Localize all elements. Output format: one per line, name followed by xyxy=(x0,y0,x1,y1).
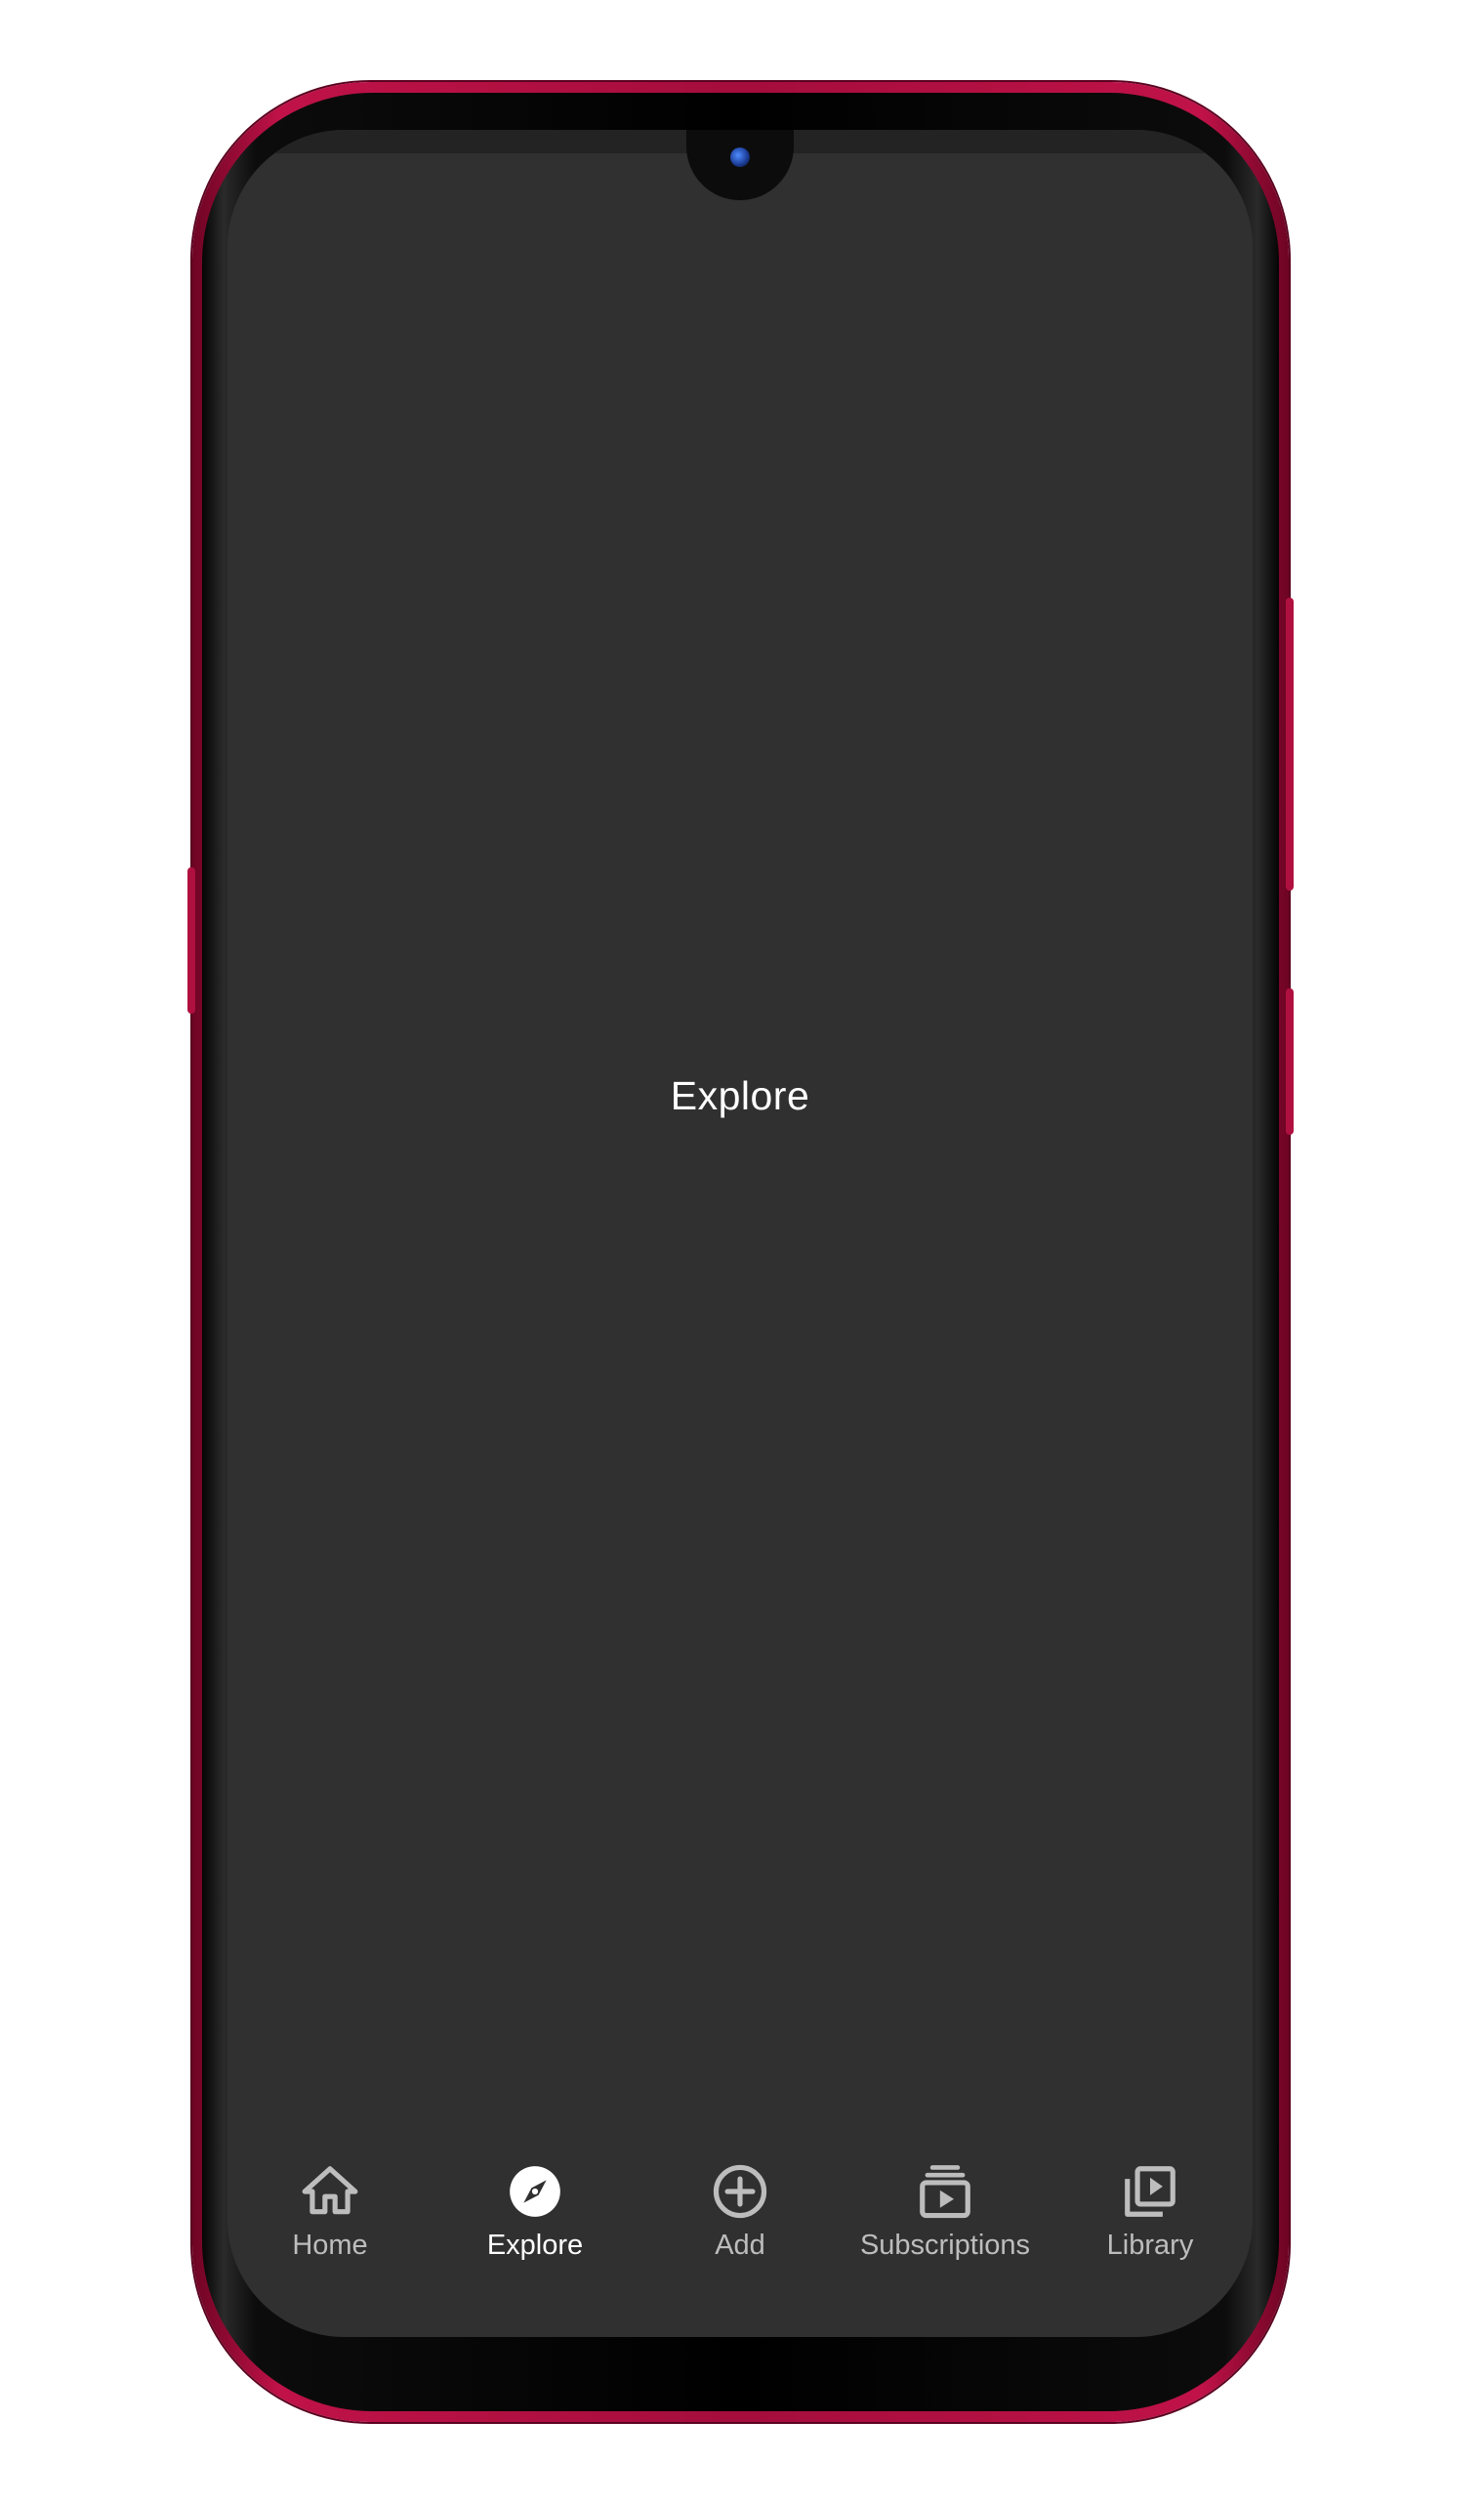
phone-screen: Explore Home Explore Add Subscriptions L… xyxy=(227,130,1253,2337)
nav-item-explore[interactable]: Explore xyxy=(433,2161,638,2288)
add-circle-icon xyxy=(710,2161,770,2222)
bottom-navigation: Home Explore Add Subscriptions Library xyxy=(227,2161,1253,2288)
nav-item-subscriptions[interactable]: Subscriptions xyxy=(843,2161,1048,2288)
nav-label-home: Home xyxy=(292,2230,368,2261)
page-content-label: Explore xyxy=(670,1073,810,1118)
compass-icon xyxy=(505,2161,565,2222)
nav-item-add[interactable]: Add xyxy=(638,2161,843,2288)
side-button-right-upper xyxy=(1286,598,1294,891)
side-button-left xyxy=(187,867,195,1014)
nav-label-explore: Explore xyxy=(486,2230,584,2261)
home-icon xyxy=(300,2161,360,2222)
video-library-icon xyxy=(1120,2161,1180,2222)
front-camera-icon xyxy=(730,147,750,167)
nav-item-library[interactable]: Library xyxy=(1048,2161,1253,2288)
subscriptions-icon xyxy=(915,2161,975,2222)
nav-label-subscriptions: Subscriptions xyxy=(859,2230,1031,2261)
nav-label-library: Library xyxy=(1106,2230,1194,2261)
nav-label-add: Add xyxy=(715,2230,765,2261)
nav-item-home[interactable]: Home xyxy=(227,2161,433,2288)
side-button-right-lower xyxy=(1286,988,1294,1135)
